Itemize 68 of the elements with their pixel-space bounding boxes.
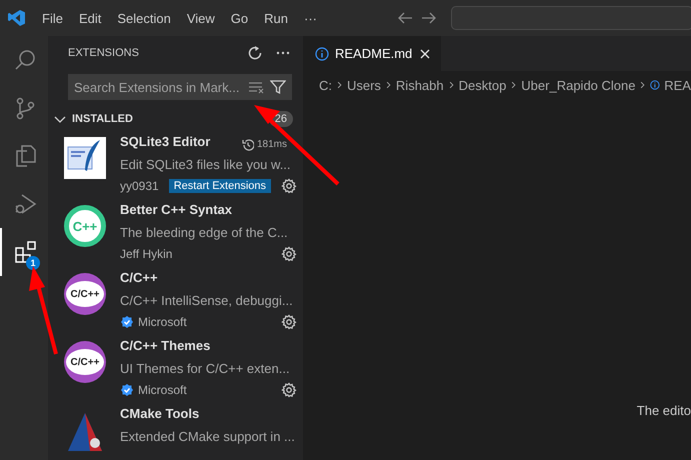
- run-debug-icon: [13, 192, 37, 216]
- publisher-name: yy0931: [120, 179, 159, 193]
- extension-description: UI Themes for C/C++ exten...: [120, 360, 291, 378]
- extension-logo: C/C++: [64, 273, 106, 315]
- chevron-right-icon: [448, 79, 455, 91]
- breadcrumb-item[interactable]: Desktop: [458, 78, 506, 92]
- breadcrumb-item[interactable]: Rishabh: [396, 78, 444, 92]
- extension-description: The bleeding edge of the C...: [120, 224, 289, 242]
- extension-name: Better C++ Syntax: [120, 202, 232, 219]
- settings-icon[interactable]: [281, 314, 297, 330]
- settings-icon[interactable]: [281, 246, 297, 262]
- info-icon: [315, 46, 329, 60]
- extension-item[interactable]: SQLite3 Editor 181ms Edit SQLite3 files like you w... yy0931 Restart Extensions: [48, 130, 303, 198]
- menu-item[interactable]: View: [178, 10, 223, 26]
- breadcrumb-item[interactable]: C:: [319, 78, 332, 92]
- menu-item[interactable]: Selection: [109, 10, 179, 26]
- extension-logo: C/C++: [64, 341, 106, 383]
- chevron-right-icon: [510, 79, 518, 91]
- command-center-field[interactable]: [451, 6, 691, 30]
- sidebar-title: EXTENSIONS: [68, 47, 139, 59]
- editor-tab[interactable]: README.md: [303, 36, 442, 71]
- editor-message: The edito: [636, 403, 691, 418]
- forward-arrow-icon[interactable]: [421, 10, 437, 26]
- tab-label: README.md: [335, 46, 412, 61]
- menu-item[interactable]: ···: [296, 10, 325, 26]
- extension-name: SQLite3 Editor: [120, 134, 210, 151]
- extension-description: Extended CMake support in ...: [120, 428, 296, 446]
- back-arrow-icon[interactable]: [397, 10, 413, 26]
- info-icon: [650, 78, 660, 92]
- publisher-name: Jeff Hykin: [120, 247, 172, 261]
- settings-icon[interactable]: [281, 178, 297, 194]
- menu-item[interactable]: Edit: [70, 10, 110, 26]
- chevron-right-icon: [336, 79, 343, 91]
- extension-item[interactable]: C/C++ C/C++ C/C++ IntelliSense, debuggi... Microsoft: [48, 266, 303, 334]
- extensions-icon: [13, 240, 37, 264]
- extension-name: CMake Tools: [120, 406, 200, 423]
- filter-icon[interactable]: [270, 79, 286, 95]
- menu-item[interactable]: File: [34, 10, 71, 26]
- breadcrumb-item[interactable]: Uber_Rapido Clone: [521, 78, 636, 92]
- extension-name: C/C++ Themes: [120, 338, 210, 355]
- feather-document-logo: [64, 137, 106, 179]
- search-extensions-field[interactable]: Search Extensions in Mark...: [74, 80, 242, 94]
- close-icon[interactable]: [418, 46, 432, 60]
- menu-item[interactable]: Run: [256, 10, 296, 26]
- extension-item[interactable]: CMake Tools Extended CMake support in ...: [48, 402, 303, 451]
- activation-time: 181ms: [256, 139, 287, 150]
- chevron-right-icon: [384, 79, 392, 91]
- restart-extensions-button[interactable]: Restart Extensions: [168, 179, 272, 193]
- extension-description: Edit SQLite3 files like you w...: [120, 156, 292, 174]
- breadcrumb-item[interactable]: Users: [346, 78, 381, 92]
- breadcrumb-item[interactable]: REA: [664, 78, 691, 92]
- refresh-icon[interactable]: [247, 45, 263, 61]
- publisher-name: Microsoft: [138, 383, 187, 397]
- extension-item[interactable]: C++ Better C++ Syntax The bleeding edge of the C... Jeff Hykin: [48, 198, 303, 266]
- extension-item[interactable]: C/C++ C/C++ Themes UI Themes for C/C++ exten... Microsoft: [48, 334, 303, 402]
- section-header[interactable]: INSTALLED: [72, 113, 133, 125]
- chevron-right-icon: [639, 79, 646, 91]
- publisher-name: Microsoft: [138, 315, 187, 329]
- notification-badge: 1: [26, 256, 40, 270]
- settings-icon[interactable]: [281, 382, 297, 398]
- history-icon: [242, 138, 254, 150]
- menu-item[interactable]: Go: [222, 10, 256, 26]
- search-box[interactable]: Search Extensions in Mark...: [68, 74, 292, 100]
- search-icon: [13, 48, 37, 72]
- extension-name: C/C++: [120, 270, 158, 287]
- vscode-logo-icon: [8, 9, 26, 27]
- extension-logo: C++: [64, 205, 106, 247]
- extension-description: C/C++ IntelliSense, debuggi...: [120, 292, 294, 310]
